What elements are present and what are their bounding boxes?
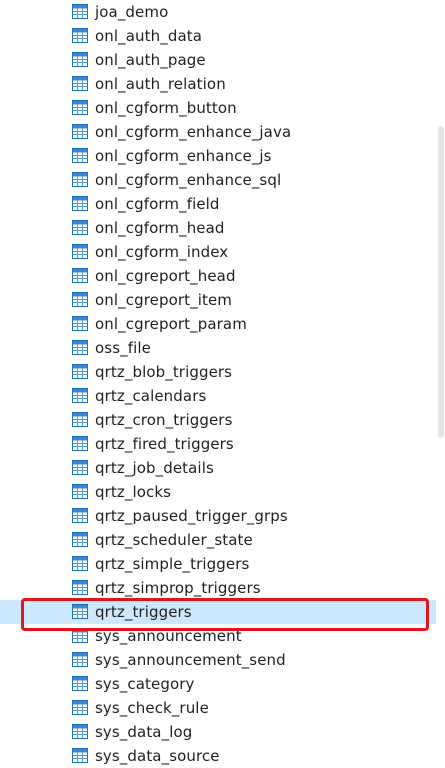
table-name: sys_announcement	[95, 627, 242, 645]
table-icon	[72, 460, 88, 475]
table-item[interactable]: onl_auth_relation	[0, 72, 436, 96]
table-icon	[72, 292, 88, 307]
table-name: qrtz_job_details	[95, 459, 214, 477]
table-icon	[72, 508, 88, 523]
table-item[interactable]: onl_cgreport_param	[0, 312, 436, 336]
table-name: oss_file	[95, 339, 151, 357]
table-name: sys_check_rule	[95, 699, 209, 717]
table-item[interactable]: qrtz_blob_triggers	[0, 360, 436, 384]
table-item[interactable]: qrtz_job_details	[0, 456, 436, 480]
table-item[interactable]: onl_auth_page	[0, 48, 436, 72]
table-item[interactable]: onl_cgreport_item	[0, 288, 436, 312]
scrollbar-thumb[interactable]	[438, 126, 444, 438]
table-item[interactable]: sys_data_log	[0, 720, 436, 744]
table-name: onl_cgform_enhance_sql	[95, 171, 282, 189]
table-icon	[72, 748, 88, 763]
table-icon	[72, 676, 88, 691]
table-icon	[72, 52, 88, 67]
table-icon	[72, 724, 88, 739]
table-item[interactable]: onl_cgform_button	[0, 96, 436, 120]
table-name: onl_auth_page	[95, 51, 206, 69]
table-icon	[72, 28, 88, 43]
table-icon	[72, 484, 88, 499]
table-name: qrtz_calendars	[95, 387, 207, 405]
table-icon	[72, 220, 88, 235]
table-name: onl_auth_relation	[95, 75, 226, 93]
table-item[interactable]: qrtz_cron_triggers	[0, 408, 436, 432]
table-tree: joa_demo onl_auth_data onl_auth_page onl_au…	[0, 0, 436, 766]
table-item[interactable]: qrtz_paused_trigger_grps	[0, 504, 436, 528]
table-icon	[72, 580, 88, 595]
table-item[interactable]: onl_auth_data	[0, 24, 436, 48]
table-name: onl_cgform_enhance_java	[95, 123, 292, 141]
table-icon	[72, 700, 88, 715]
table-icon	[72, 340, 88, 355]
table-icon	[72, 244, 88, 259]
table-name: onl_cgform_enhance_js	[95, 147, 272, 165]
table-icon	[72, 436, 88, 451]
table-item[interactable]: sys_announcement	[0, 624, 436, 648]
table-icon	[72, 628, 88, 643]
table-item[interactable]: onl_cgreport_head	[0, 264, 436, 288]
table-name: qrtz_simprop_triggers	[95, 579, 261, 597]
table-icon	[72, 532, 88, 547]
table-name: onl_cgform_head	[95, 219, 225, 237]
table-name: qrtz_paused_trigger_grps	[95, 507, 288, 525]
table-icon	[72, 652, 88, 667]
table-name: onl_cgreport_head	[95, 267, 236, 285]
table-item[interactable]: onl_cgform_enhance_js	[0, 144, 436, 168]
table-icon	[72, 316, 88, 331]
table-name: sys_category	[95, 675, 195, 693]
table-item[interactable]: onl_cgform_field	[0, 192, 436, 216]
table-name: qrtz_simple_triggers	[95, 555, 250, 573]
table-item[interactable]: qrtz_simprop_triggers	[0, 576, 436, 600]
table-name: qrtz_blob_triggers	[95, 363, 233, 381]
table-icon	[72, 124, 88, 139]
table-name: qrtz_fired_triggers	[95, 435, 234, 453]
table-name: qrtz_cron_triggers	[95, 411, 233, 429]
table-icon	[72, 556, 88, 571]
table-icon	[72, 364, 88, 379]
table-item[interactable]: onl_cgform_enhance_sql	[0, 168, 436, 192]
table-item[interactable]: onl_cgform_enhance_java	[0, 120, 436, 144]
table-icon	[72, 76, 88, 91]
table-name: sys_data_source	[95, 747, 220, 765]
table-item[interactable]: qrtz_locks	[0, 480, 436, 504]
table-item[interactable]: sys_announcement_send	[0, 648, 436, 672]
table-item[interactable]: qrtz_scheduler_state	[0, 528, 436, 552]
table-icon	[72, 268, 88, 283]
table-item[interactable]: qrtz_simple_triggers	[0, 552, 436, 576]
table-name: qrtz_locks	[95, 483, 172, 501]
table-icon	[72, 196, 88, 211]
table-icon	[72, 388, 88, 403]
table-name: onl_cgform_button	[95, 99, 237, 117]
table-item[interactable]: onl_cgform_head	[0, 216, 436, 240]
table-icon	[72, 172, 88, 187]
table-item[interactable]: qrtz_calendars	[0, 384, 436, 408]
table-name: sys_announcement_send	[95, 651, 286, 669]
vertical-scrollbar[interactable]	[436, 0, 445, 766]
table-item[interactable]: oss_file	[0, 336, 436, 360]
table-name: onl_cgreport_param	[95, 315, 247, 333]
table-icon	[72, 100, 88, 115]
table-item[interactable]: qrtz_triggers	[0, 600, 436, 624]
table-item[interactable]: onl_cgform_index	[0, 240, 436, 264]
table-item[interactable]: qrtz_fired_triggers	[0, 432, 436, 456]
table-name: onl_cgreport_item	[95, 291, 233, 309]
table-icon	[72, 148, 88, 163]
table-name: onl_cgform_field	[95, 195, 220, 213]
table-item[interactable]: sys_category	[0, 672, 436, 696]
table-name: qrtz_triggers	[95, 603, 192, 621]
table-item[interactable]: joa_demo	[0, 0, 436, 24]
table-icon	[72, 412, 88, 427]
table-name: onl_cgform_index	[95, 243, 229, 261]
table-name: onl_auth_data	[95, 27, 203, 45]
table-icon	[72, 604, 88, 619]
table-name: sys_data_log	[95, 723, 193, 741]
table-name: joa_demo	[95, 3, 169, 21]
table-item[interactable]: sys_check_rule	[0, 696, 436, 720]
table-item[interactable]: sys_data_source	[0, 744, 436, 768]
table-icon	[72, 4, 88, 19]
table-name: qrtz_scheduler_state	[95, 531, 253, 549]
